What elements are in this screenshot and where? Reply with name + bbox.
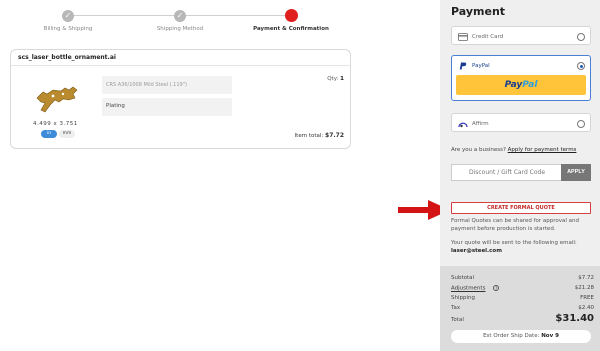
summary-label: Shipping bbox=[451, 295, 475, 301]
paypal-checkout-button[interactable]: PayPal bbox=[456, 75, 586, 95]
quantity: Qty: 1 bbox=[327, 76, 344, 82]
business-question: Are you a business? bbox=[451, 147, 506, 153]
business-terms: Are you a business? Apply for payment te… bbox=[451, 147, 576, 153]
part-dimensions: 4.499 x 3.751 bbox=[33, 121, 78, 127]
part-filename: scs_laser_bottle_ornament.ai bbox=[11, 50, 350, 66]
summary-row-total: Total $31.40 bbox=[451, 313, 594, 324]
item-total-value: $7.72 bbox=[325, 132, 344, 139]
step-label: Billing & Shipping bbox=[43, 26, 93, 32]
order-total-value: $31.40 bbox=[555, 313, 594, 324]
radio-affirm[interactable] bbox=[577, 120, 585, 128]
summary-label: Subtotal bbox=[451, 275, 475, 281]
summary-row-subtotal: Subtotal $7.72 bbox=[451, 275, 594, 281]
discount-form: APPLY bbox=[451, 164, 591, 181]
summary-value: $7.72 bbox=[578, 275, 594, 281]
affirm-icon bbox=[458, 122, 468, 128]
checkout-stepper: ✓ Billing & Shipping ✓ Shipping Method P… bbox=[30, 6, 340, 36]
material-field[interactable]: CRS A36/1008 Mild Steel (.119") bbox=[102, 76, 232, 94]
paypal-icon bbox=[459, 62, 467, 70]
check-icon: ✓ bbox=[62, 10, 74, 22]
part-preview-image[interactable] bbox=[33, 84, 83, 116]
payment-option-paypal[interactable]: PayPal PayPal bbox=[451, 55, 591, 101]
step-billing-shipping[interactable]: ✓ Billing & Shipping bbox=[13, 6, 123, 32]
dimension-width: 4.499 bbox=[33, 121, 52, 127]
qty-label: Qty: bbox=[327, 76, 339, 82]
dimension-height: 3.751 bbox=[59, 121, 78, 127]
summary-value: $2.40 bbox=[578, 305, 594, 311]
cart-item-card: scs_laser_bottle_ornament.ai 4.499 x 3.7… bbox=[10, 49, 351, 149]
radio-paypal[interactable] bbox=[577, 62, 585, 70]
payment-panel: Payment Credit Card PayPal PayPal Affirm… bbox=[440, 0, 600, 351]
summary-value: $21.28 bbox=[574, 285, 594, 291]
item-total-label: Item total: bbox=[294, 133, 324, 139]
current-step-dot bbox=[284, 9, 298, 22]
summary-value: FREE bbox=[580, 295, 594, 301]
unit-mm-button[interactable]: mm bbox=[59, 130, 75, 138]
quote-email-label: Your quote will be sent to the following… bbox=[451, 240, 577, 246]
summary-row-shipping: Shipping FREE bbox=[451, 295, 594, 301]
estimated-ship-date: Est Order Ship Date: Nov 9 bbox=[451, 330, 591, 343]
item-total: Item total: $7.72 bbox=[295, 132, 344, 139]
summary-row-adjustments: Adjustments ? $21.28 bbox=[451, 285, 594, 292]
paypal-wordmark-a: Pay bbox=[504, 80, 523, 90]
ship-date-label: Est Order Ship Date: bbox=[483, 333, 540, 339]
check-icon: ✓ bbox=[174, 10, 186, 22]
qty-value: 1 bbox=[340, 76, 344, 82]
checkout-page: ✓ Billing & Shipping ✓ Shipping Method P… bbox=[0, 0, 600, 351]
create-formal-quote-button[interactable]: CREATE FORMAL QUOTE bbox=[451, 202, 591, 214]
unit-inches-button[interactable]: in bbox=[41, 130, 57, 138]
payment-option-label: Credit Card bbox=[472, 34, 504, 40]
step-label: Shipping Method bbox=[156, 26, 204, 32]
info-icon[interactable]: ? bbox=[493, 285, 500, 291]
quote-email: laser@steel.com bbox=[451, 248, 502, 254]
step-payment-confirmation: Payment & Confirmation bbox=[236, 6, 346, 32]
payment-option-label: Affirm bbox=[472, 121, 489, 127]
payment-option-label: PayPal bbox=[472, 63, 490, 69]
payment-option-credit-card[interactable]: Credit Card bbox=[451, 26, 591, 45]
quote-description: Formal Quotes can be shared for approval… bbox=[451, 218, 579, 232]
ship-date-value: Nov 9 bbox=[541, 333, 559, 339]
unit-toggle: in mm bbox=[41, 130, 75, 138]
finish-field[interactable]: Plating bbox=[102, 98, 232, 116]
apply-payment-terms-link[interactable]: Apply for payment terms bbox=[508, 147, 577, 153]
step-shipping-method[interactable]: ✓ Shipping Method bbox=[125, 6, 235, 32]
credit-card-icon bbox=[458, 33, 468, 41]
apply-discount-button[interactable]: APPLY bbox=[561, 164, 591, 181]
discount-code-input[interactable] bbox=[451, 164, 563, 181]
paypal-wordmark-b: Pal bbox=[522, 80, 538, 90]
summary-row-tax: Tax $2.40 bbox=[451, 305, 594, 311]
summary-label: Tax bbox=[451, 305, 461, 311]
payment-title: Payment bbox=[451, 5, 506, 18]
summary-label: Total bbox=[451, 317, 464, 323]
adjustments-link[interactable]: Adjustments bbox=[451, 286, 485, 292]
dimension-separator: x bbox=[53, 121, 58, 127]
payment-option-affirm[interactable]: Affirm bbox=[451, 113, 591, 132]
radio-credit-card[interactable] bbox=[577, 33, 585, 41]
step-label: Payment & Confirmation bbox=[253, 26, 329, 32]
